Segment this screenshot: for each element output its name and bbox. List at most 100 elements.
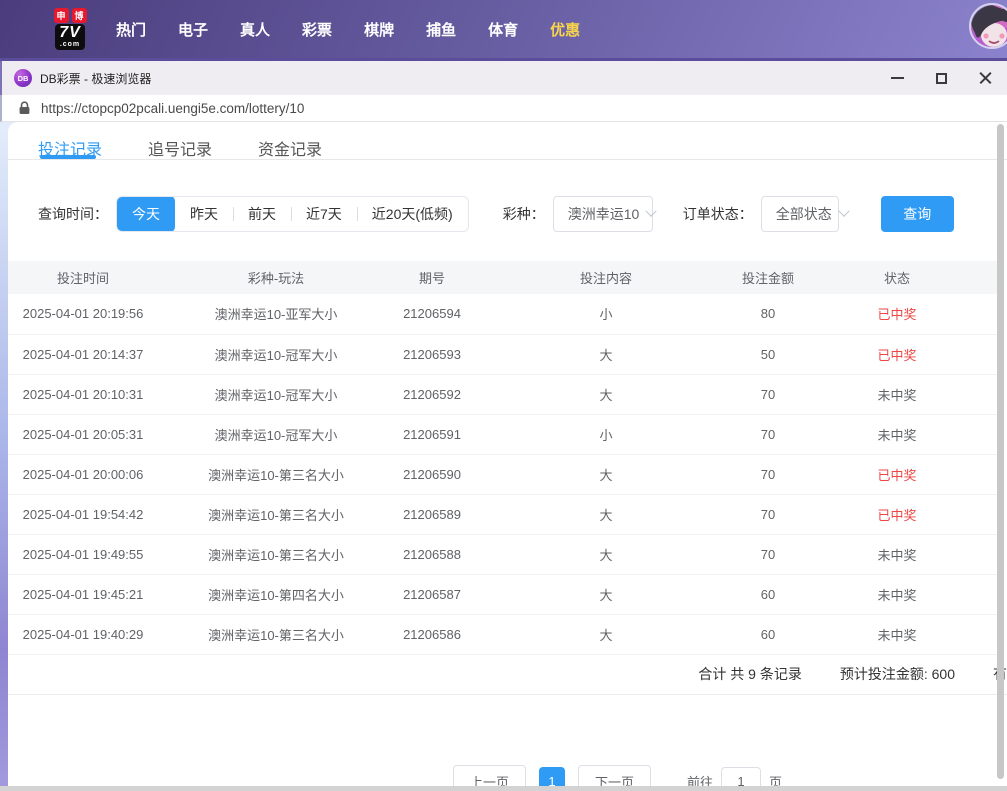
lottery-select[interactable]: 澳洲幸运10 bbox=[553, 196, 653, 232]
records-card: 投注记录 追号记录 资金记录 查询时间： 今天 昨天 前天 近7天 近20天(低… bbox=[8, 122, 1007, 786]
nav-menu-item[interactable]: 真人 bbox=[240, 19, 270, 40]
cell-bet-time: 2025-04-01 20:10:31 bbox=[8, 374, 158, 414]
tab-chase-records[interactable]: 追号记录 bbox=[148, 136, 212, 159]
cell-game-play: 澳洲幸运10-第三名大小 bbox=[158, 494, 394, 534]
goto-label: 前往 bbox=[687, 772, 713, 787]
cell-game-play: 澳洲幸运10-第三名大小 bbox=[158, 614, 394, 654]
window-bottom-edge bbox=[0, 786, 1007, 791]
cell-game-play: 澳洲幸运10-第三名大小 bbox=[158, 454, 394, 494]
table-row: 2025-04-01 20:00:06 澳洲幸运10-第三名大小 2120659… bbox=[8, 454, 1000, 494]
cell-game-play: 澳洲幸运10-冠军大小 bbox=[158, 414, 394, 454]
cell-status: 已中奖 bbox=[794, 294, 1000, 334]
cell-bet-time: 2025-04-01 20:05:31 bbox=[8, 414, 158, 454]
lottery-select-value: 澳洲幸运10 bbox=[568, 204, 640, 224]
record-tabs: 投注记录 追号记录 资金记录 bbox=[8, 122, 1007, 160]
table-row: 2025-04-01 19:54:42 澳洲幸运10-第三名大小 2120658… bbox=[8, 494, 1000, 534]
logo-badge-shen: 申 bbox=[54, 8, 69, 23]
summary-row: 合计 共 9 条记录 预计投注金额: 600 有效投注金额 bbox=[8, 655, 1007, 695]
address-bar[interactable]: https://ctopcp02pcali.uengi5e.com/lotter… bbox=[0, 95, 1007, 122]
table-row: 2025-04-01 20:05:31 澳洲幸运10-冠军大小 21206591… bbox=[8, 414, 1000, 454]
cell-bet-time: 2025-04-01 20:14:37 bbox=[8, 334, 158, 374]
cell-bet-amount: 70 bbox=[742, 374, 794, 414]
cell-bet-time: 2025-04-01 19:45:21 bbox=[8, 574, 158, 614]
cell-bet-amount: 70 bbox=[742, 454, 794, 494]
tab-bet-records[interactable]: 投注记录 bbox=[38, 136, 102, 159]
nav-menu-item[interactable]: 捕鱼 bbox=[426, 19, 456, 40]
close-button[interactable] bbox=[963, 61, 1007, 95]
time-range-option[interactable]: 近7天 bbox=[291, 196, 357, 232]
time-range-option[interactable]: 前天 bbox=[233, 196, 291, 232]
cell-bet-content: 小 bbox=[470, 294, 742, 334]
maximize-button[interactable] bbox=[919, 61, 963, 95]
cell-period: 21206594 bbox=[394, 294, 470, 334]
user-avatar[interactable] bbox=[969, 3, 1007, 49]
nav-menu-item[interactable]: 彩票 bbox=[302, 19, 332, 40]
lottery-type-label: 彩种： bbox=[503, 204, 545, 224]
cell-bet-amount: 70 bbox=[742, 494, 794, 534]
nav-menu-item[interactable]: 热门 bbox=[116, 19, 146, 40]
bet-records-table: 投注时间 彩种-玩法 期号 投注内容 投注金额 状态 2025-04-01 20… bbox=[8, 261, 1000, 655]
cell-bet-content: 小 bbox=[470, 414, 742, 454]
order-status-value: 全部状态 bbox=[776, 204, 832, 224]
site-nav: 申 博 7V .com 热门 电子 真人 彩票 棋牌 捕鱼 体育 优惠 bbox=[0, 0, 1007, 58]
cell-bet-amount: 60 bbox=[742, 614, 794, 654]
cell-bet-content: 大 bbox=[470, 334, 742, 374]
minimize-button[interactable] bbox=[875, 61, 919, 95]
table-body: 2025-04-01 20:19:56 澳洲幸运10-亚军大小 21206594… bbox=[8, 294, 1000, 654]
goto-page-group: 前往 页 bbox=[687, 767, 782, 786]
goto-page-input[interactable] bbox=[721, 767, 761, 786]
cell-bet-time: 2025-04-01 20:00:06 bbox=[8, 454, 158, 494]
cell-bet-content: 大 bbox=[470, 574, 742, 614]
table-row: 2025-04-01 19:49:55 澳洲幸运10-第三名大小 2120658… bbox=[8, 534, 1000, 574]
nav-menu-item[interactable]: 体育 bbox=[488, 19, 518, 40]
page-background: 投注记录 追号记录 资金记录 查询时间： 今天 昨天 前天 近7天 近20天(低… bbox=[0, 122, 1007, 791]
time-range-option[interactable]: 近20天(低频) bbox=[357, 196, 468, 232]
page-number-current[interactable]: 1 bbox=[539, 767, 565, 786]
cell-period: 21206591 bbox=[394, 414, 470, 454]
cell-game-play: 澳洲幸运10-冠军大小 bbox=[158, 374, 394, 414]
time-range-option[interactable]: 今天 bbox=[117, 196, 175, 232]
cell-bet-content: 大 bbox=[470, 614, 742, 654]
cell-bet-time: 2025-04-01 19:54:42 bbox=[8, 494, 158, 534]
maximize-icon bbox=[936, 73, 947, 84]
header-bet-amount: 投注金额 bbox=[742, 261, 794, 294]
cell-period: 21206592 bbox=[394, 374, 470, 414]
logo-badges: 申 博 bbox=[54, 8, 87, 23]
pagination: 上一页 1 下一页 前往 页 bbox=[118, 765, 1007, 787]
logo-sub-text: .com bbox=[59, 41, 81, 48]
table-row: 2025-04-01 20:19:56 澳洲幸运10-亚军大小 21206594… bbox=[8, 294, 1000, 334]
table-row: 2025-04-01 19:45:21 澳洲幸运10-第四名大小 2120658… bbox=[8, 574, 1000, 614]
time-range-option[interactable]: 昨天 bbox=[175, 196, 233, 232]
prev-page-button[interactable]: 上一页 bbox=[453, 765, 526, 787]
window-title: DB彩票 - 极速浏览器 bbox=[40, 70, 151, 87]
header-bet-time: 投注时间 bbox=[8, 261, 158, 294]
nav-menu: 热门 电子 真人 彩票 棋牌 捕鱼 体育 优惠 bbox=[116, 19, 580, 40]
nav-menu-item[interactable]: 棋牌 bbox=[364, 19, 394, 40]
cell-bet-content: 大 bbox=[470, 454, 742, 494]
cell-game-play: 澳洲幸运10-亚军大小 bbox=[158, 294, 394, 334]
site-logo[interactable]: 申 博 7V .com bbox=[46, 8, 94, 50]
window-controls bbox=[875, 61, 1007, 95]
avatar-image bbox=[971, 5, 1007, 49]
cell-period: 21206589 bbox=[394, 494, 470, 534]
close-icon bbox=[979, 72, 992, 85]
cell-status: 未中奖 bbox=[794, 614, 1000, 654]
order-status-select[interactable]: 全部状态 bbox=[761, 196, 839, 232]
vertical-scrollbar[interactable] bbox=[997, 124, 1004, 779]
cell-bet-time: 2025-04-01 19:49:55 bbox=[8, 534, 158, 574]
cell-status: 已中奖 bbox=[794, 494, 1000, 534]
table-row: 2025-04-01 20:10:31 澳洲幸运10-冠军大小 21206592… bbox=[8, 374, 1000, 414]
next-page-button[interactable]: 下一页 bbox=[578, 765, 651, 787]
lock-icon bbox=[18, 101, 31, 115]
chevron-down-icon bbox=[646, 206, 657, 217]
search-button[interactable]: 查询 bbox=[881, 196, 954, 232]
tab-fund-records[interactable]: 资金记录 bbox=[258, 136, 322, 159]
cell-status: 已中奖 bbox=[794, 454, 1000, 494]
minimize-icon bbox=[891, 77, 904, 79]
cell-period: 21206588 bbox=[394, 534, 470, 574]
nav-menu-item[interactable]: 电子 bbox=[178, 19, 208, 40]
cell-bet-content: 大 bbox=[470, 374, 742, 414]
cell-period: 21206590 bbox=[394, 454, 470, 494]
nav-menu-item[interactable]: 优惠 bbox=[550, 19, 580, 40]
logo-main-text: 7V bbox=[59, 25, 81, 41]
